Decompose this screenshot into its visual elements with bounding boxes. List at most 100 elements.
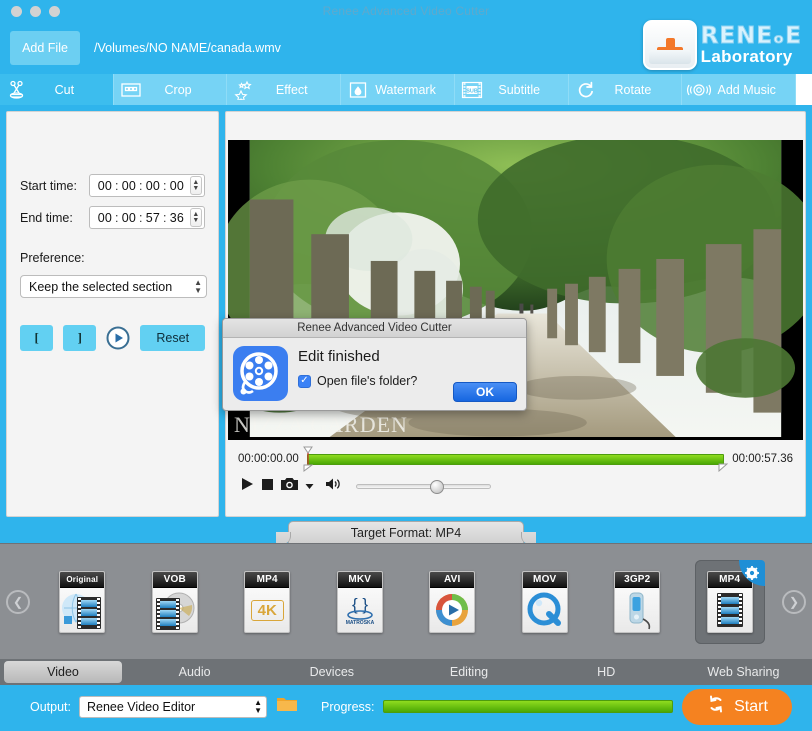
preference-label: Preference: [20,251,85,265]
droplet-icon [341,80,375,100]
end-seconds: 57 [145,210,160,225]
tab-subtitle[interactable]: SUB Subtitle [455,74,569,105]
video-caption: NIZZA GARDEN [234,412,408,437]
total-time-label: 00:00:57.36 [732,453,793,465]
format-prev-button[interactable]: ❮ [6,589,30,614]
format-item-avi[interactable]: AVI [417,560,487,644]
cut-action-buttons: [ ] Reset [20,325,206,351]
main-content: Start time: 00: 00: 00: 00 ▲ ▼ End time: … [6,111,806,517]
mkv-file-icon: MKV { } MATROSKA [336,570,383,633]
target-format-tab-area: Target Format: MP4 [0,517,812,544]
timeline-progress [306,453,725,465]
format-label-mp4-4k: MP4 [245,571,290,588]
tab-crop[interactable]: Crop [114,74,228,105]
start-time-row: Start time: 00: 00: 00: 00 ▲ ▼ [20,174,205,197]
category-devices[interactable]: Devices [263,665,400,679]
progress-bar [382,700,673,713]
start-time-stepper[interactable]: ▲ ▼ [190,176,202,195]
progress-label: Progress: [321,699,375,714]
start-minutes: 00 [121,178,136,193]
chevron-down-icon[interactable] [305,478,314,496]
category-editing[interactable]: Editing [400,665,537,679]
category-web-sharing[interactable]: Web Sharing [675,665,812,679]
end-time-input[interactable]: 00: 00: 57: 36 ▲ ▼ [88,206,205,229]
format-item-mp4-selected[interactable]: MP4 [694,559,765,644]
svg-text:SUB: SUB [466,88,478,94]
output-select[interactable]: Renee Video Editor ▲ ▼ [79,695,267,718]
rotate-arrow-icon [569,80,603,100]
preference-select[interactable]: Keep the selected section ▲ ▼ [20,275,207,298]
mp4-file-icon: MP4 [706,570,753,633]
end-hours: 00 [97,210,112,225]
start-time-label: Start time: [20,178,77,193]
format-item-mp4-4k[interactable]: MP4 4K [232,560,302,644]
reset-button[interactable]: Reset [140,325,206,351]
header-bar: Add File /Volumes/NO NAME/canada.wmv REN… [0,20,812,74]
tab-cut[interactable]: Cut [0,74,114,105]
mark-out-button[interactable]: ] [63,325,97,351]
mark-in-button[interactable]: [ [20,325,54,351]
format-label-mkv: MKV [337,571,382,588]
format-item-mkv[interactable]: MKV { } MATROSKA [325,560,395,644]
format-next-button[interactable]: ❯ [782,589,806,614]
tab-add-music-label: Add Music [717,82,776,97]
category-video[interactable]: Video [4,661,122,683]
play-circle-icon[interactable] [106,326,130,350]
format-item-original[interactable]: Original [47,560,117,644]
trim-start-handle[interactable] [302,446,314,472]
start-button-label: Start [734,697,768,715]
subtitle-film-icon: SUB [455,80,489,100]
tab-effect-label: Effect [275,82,308,97]
volume-slider-knob[interactable] [430,480,445,494]
camera-icon[interactable] [281,477,298,496]
format-item-mov[interactable]: MOV [510,560,580,644]
vob-file-icon: VOB [151,570,198,633]
output-value: Renee Video Editor [87,699,196,714]
stop-icon[interactable] [261,478,274,496]
open-folder-label: Open file's folder? [317,374,418,388]
category-hd[interactable]: HD [538,665,675,679]
playback-controls [238,477,793,496]
end-frames: 36 [169,210,184,225]
mov-file-icon: MOV [521,570,568,633]
check-icon: ✓ [300,375,309,386]
timeline-track[interactable] [302,446,729,473]
dialog-ok-button[interactable]: OK [453,382,517,402]
format-label-mov: MOV [522,571,567,588]
end-time-stepper[interactable]: ▲ ▼ [190,208,202,227]
category-audio[interactable]: Audio [126,665,263,679]
tab-add-music[interactable]: Add Music [682,74,797,105]
current-time-label: 00:00:00.00 [238,453,299,465]
format-item-3gp2[interactable]: 3GP2 [602,560,672,644]
format-category-bar[interactable]: Video Audio Devices Editing HD Web Shari… [0,659,812,685]
start-seconds: 00 [145,178,160,193]
tab-rotate[interactable]: Rotate [569,74,683,105]
timeline-row: 00:00:00.00 00:00:57.36 [238,446,793,473]
folder-icon[interactable] [277,696,297,717]
tab-effect[interactable]: Effect [227,74,342,105]
open-folder-checkbox[interactable]: ✓ [298,374,311,388]
add-file-button[interactable]: Add File [10,31,80,65]
volume-icon[interactable] [325,477,341,496]
target-format-tab[interactable]: Target Format: MP4 [276,521,536,544]
tab-subtitle-label: Subtitle [498,82,541,97]
scissors-icon [0,80,34,100]
format-list: Original VOB MP4 4K MKV {} MATROSKA AVI… [36,559,776,644]
start-button[interactable]: Start [682,688,792,725]
tab-watermark-label: Watermark [375,82,436,97]
dialog-title: Renee Advanced Video Cutter [223,319,526,338]
file-path-label: /Volumes/NO NAME/canada.wmv [94,41,281,55]
chevron-updown-icon: ▲ ▼ [254,697,262,715]
tab-rotate-label: Rotate [614,82,652,97]
volume-slider[interactable] [356,480,491,494]
tab-bar-spacer [796,74,812,105]
start-time-input[interactable]: 00: 00: 00: 00 ▲ ▼ [88,174,205,197]
end-time-label: End time: [20,210,73,225]
tab-watermark[interactable]: Watermark [341,74,455,105]
trim-end-handle[interactable] [718,446,729,473]
play-icon[interactable] [240,477,254,496]
format-item-vob[interactable]: VOB [140,560,210,644]
main-tab-bar[interactable]: Cut Crop Effect Watermark SUB Subtitle R… [0,74,812,105]
format-label-vob: VOB [152,571,197,588]
refresh-icon [706,694,726,719]
